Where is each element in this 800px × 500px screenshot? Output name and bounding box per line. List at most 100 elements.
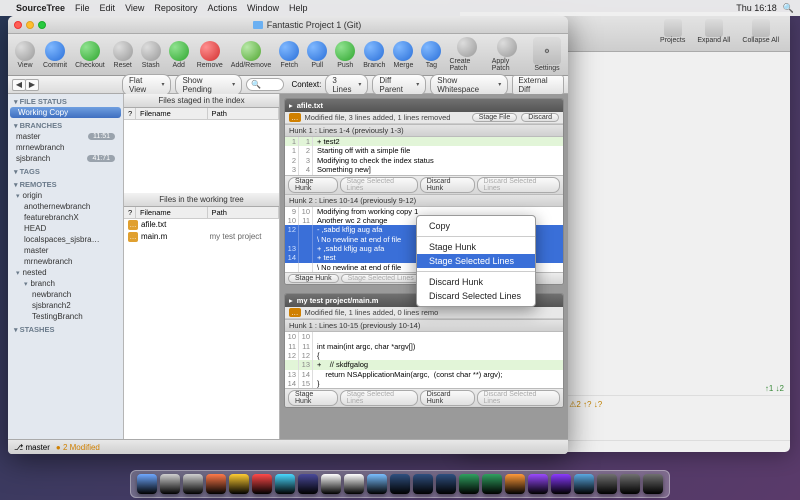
minimize-button[interactable] bbox=[26, 21, 34, 29]
view-button[interactable]: View bbox=[12, 41, 38, 69]
zoom-button[interactable] bbox=[38, 21, 46, 29]
nav-back-button[interactable]: ◀ bbox=[12, 79, 26, 91]
dock-app-icon[interactable] bbox=[367, 474, 387, 494]
settings-button[interactable]: ⚙Settings bbox=[530, 37, 564, 72]
dock-app-icon[interactable] bbox=[183, 474, 203, 494]
dock-app-icon[interactable] bbox=[505, 474, 525, 494]
bg-collapse-all-button[interactable]: Collapse All bbox=[739, 19, 782, 44]
discard-selected-lines-button[interactable]: Discard Selected Lines bbox=[477, 177, 560, 193]
code-line[interactable]: 34Something new] bbox=[285, 165, 563, 174]
discard-hunk-button[interactable]: Discard Hunk bbox=[420, 390, 475, 406]
dock-app-icon[interactable] bbox=[413, 474, 433, 494]
flat-view-dropdown[interactable]: Flat View▾ bbox=[122, 74, 171, 96]
add-button[interactable]: Add bbox=[166, 41, 192, 69]
dock-app-icon[interactable] bbox=[551, 474, 571, 494]
sidebar-item-mrnewbranch[interactable]: mrnewbranch bbox=[8, 256, 123, 267]
file-row[interactable]: …afile.txt bbox=[124, 219, 279, 231]
context-menu-stage-selected-lines[interactable]: Stage Selected Lines bbox=[417, 254, 535, 268]
tag-button[interactable]: Tag bbox=[418, 41, 444, 69]
dock-app-icon[interactable] bbox=[436, 474, 456, 494]
dock-app-icon[interactable] bbox=[137, 474, 157, 494]
context-menu-stage-hunk[interactable]: Stage Hunk bbox=[417, 240, 535, 254]
sidebar-item-master[interactable]: master11:51 bbox=[8, 131, 123, 142]
code-line[interactable]: 11+ test2 bbox=[285, 137, 563, 146]
dock-app-icon[interactable] bbox=[206, 474, 226, 494]
help-menu[interactable]: Help bbox=[289, 3, 308, 13]
sidebar-item-origin[interactable]: ▾origin bbox=[8, 190, 123, 201]
discard-hunk-button[interactable]: Discard Hunk bbox=[420, 177, 475, 193]
stage-selected-lines-button[interactable]: Stage Selected Lines bbox=[340, 390, 418, 406]
app-menu[interactable]: SourceTree bbox=[16, 3, 65, 13]
show-pending-dropdown[interactable]: Show Pending▾ bbox=[175, 74, 242, 96]
add-remove-button[interactable]: Add/Remove bbox=[228, 41, 274, 69]
sidebar-item-nested[interactable]: ▾nested bbox=[8, 267, 123, 278]
stage-file-button[interactable]: Stage File bbox=[472, 113, 518, 122]
remove-button[interactable]: Remove bbox=[194, 41, 226, 69]
dock-app-icon[interactable] bbox=[390, 474, 410, 494]
dock-app-icon[interactable] bbox=[459, 474, 479, 494]
dock-app-icon[interactable] bbox=[620, 474, 640, 494]
external-diff-button[interactable]: External Diff bbox=[512, 75, 564, 95]
context-menu-discard-hunk[interactable]: Discard Hunk bbox=[417, 275, 535, 289]
sidebar-item-mrnewbranch[interactable]: mrnewbranch bbox=[8, 142, 123, 153]
sidebar-item-sjsbranch[interactable]: sjsbranch41:71 bbox=[8, 153, 123, 164]
stage-selected-lines-button[interactable]: Stage Selected Lines bbox=[340, 177, 418, 193]
repository-menu[interactable]: Repository bbox=[154, 3, 197, 13]
edit-menu[interactable]: Edit bbox=[100, 3, 116, 13]
show-whitespace-dropdown[interactable]: Show Whitespace▾ bbox=[430, 74, 508, 96]
stage-hunk-button[interactable]: Stage Hunk bbox=[288, 177, 338, 193]
expand-icon[interactable]: ▸ bbox=[289, 101, 293, 110]
branch-indicator[interactable]: ⎇ master bbox=[14, 443, 50, 452]
context-menu-copy[interactable]: Copy bbox=[417, 219, 535, 233]
sidebar-section-header[interactable]: ▾ REMOTES bbox=[8, 177, 123, 190]
actions-menu[interactable]: Actions bbox=[207, 3, 237, 13]
sidebar-item-newbranch[interactable]: newbranch bbox=[8, 289, 123, 300]
spotlight-icon[interactable]: 🔍 bbox=[783, 3, 794, 14]
titlebar[interactable]: Fantastic Project 1 (Git) bbox=[8, 16, 568, 34]
code-line[interactable]: 1010 bbox=[285, 332, 563, 341]
sidebar-section-header[interactable]: ▾ TAGS bbox=[8, 164, 123, 177]
working-file-list[interactable]: …afile.txt…main.mmy test project bbox=[124, 219, 279, 439]
dock-app-icon[interactable] bbox=[528, 474, 548, 494]
sidebar-item-featurebranchx[interactable]: featurebranchX bbox=[8, 212, 123, 223]
code-line[interactable]: 1415} bbox=[285, 379, 563, 388]
context-menu-discard-selected-lines[interactable]: Discard Selected Lines bbox=[417, 289, 535, 303]
commit-button[interactable]: Commit bbox=[40, 41, 70, 69]
staged-file-list[interactable] bbox=[124, 120, 279, 193]
create-patch-button[interactable]: Create Patch bbox=[446, 37, 486, 72]
sidebar-item-anothernewbranch[interactable]: anothernewbranch bbox=[8, 201, 123, 212]
code-line[interactable]: 13+ // skdfgalog bbox=[285, 360, 563, 369]
dock-app-icon[interactable] bbox=[321, 474, 341, 494]
sidebar-item-testingbranch[interactable]: TestingBranch bbox=[8, 311, 123, 322]
bg-projects-button[interactable]: Projects bbox=[657, 19, 688, 44]
sidebar-item-master[interactable]: master bbox=[8, 245, 123, 256]
code-line[interactable]: 12Starting off with a simple file bbox=[285, 146, 563, 155]
close-button[interactable] bbox=[14, 21, 22, 29]
pull-button[interactable]: Pull bbox=[304, 41, 330, 69]
view-menu[interactable]: View bbox=[125, 3, 144, 13]
code-line[interactable]: 1212{ bbox=[285, 351, 563, 360]
sidebar-section-header[interactable]: ▾ FILE STATUS bbox=[8, 94, 123, 107]
sidebar-section-header[interactable]: ▾ STASHES bbox=[8, 322, 123, 335]
clock[interactable]: Thu 16:18 bbox=[736, 3, 777, 13]
stash-button[interactable]: Stash bbox=[138, 41, 164, 69]
context-lines-dropdown[interactable]: 3 Lines▾ bbox=[325, 74, 368, 96]
code-line[interactable]: 23Modifying to check the index status bbox=[285, 156, 563, 165]
sidebar-item-head[interactable]: HEAD bbox=[8, 223, 123, 234]
code-line[interactable]: 1111int main(int argc, char *argv[]) bbox=[285, 342, 563, 351]
dock-app-icon[interactable] bbox=[275, 474, 295, 494]
stage-hunk-button[interactable]: Stage Hunk bbox=[288, 390, 338, 406]
dock-app-icon[interactable] bbox=[298, 474, 318, 494]
dock-app-icon[interactable] bbox=[643, 474, 663, 494]
sidebar-item-sjsbranch2[interactable]: sjsbranch2 bbox=[8, 300, 123, 311]
merge-button[interactable]: Merge bbox=[390, 41, 416, 69]
apply-patch-button[interactable]: Apply Patch bbox=[489, 37, 526, 72]
discard-selected-lines-button[interactable]: Discard Selected Lines bbox=[477, 390, 560, 406]
dock-app-icon[interactable] bbox=[252, 474, 272, 494]
code-line[interactable]: 1314 return NSApplicationMain(argc, (con… bbox=[285, 370, 563, 379]
window-menu[interactable]: Window bbox=[247, 3, 279, 13]
dock-app-icon[interactable] bbox=[160, 474, 180, 494]
fetch-button[interactable]: Fetch bbox=[276, 41, 302, 69]
file-menu[interactable]: File bbox=[75, 3, 90, 13]
file-row[interactable]: …main.mmy test project bbox=[124, 231, 279, 243]
